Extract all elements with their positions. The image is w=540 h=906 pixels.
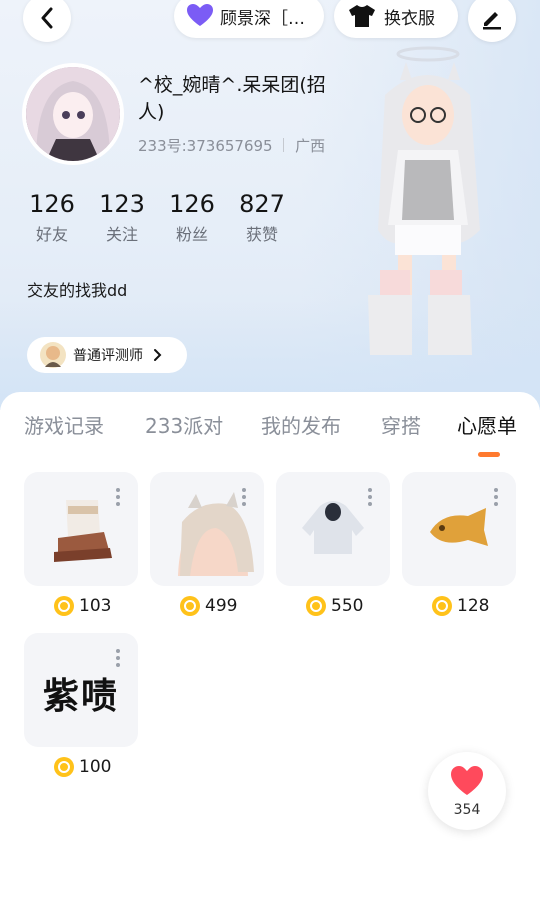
- coin-icon: [180, 596, 200, 616]
- chevron-left-icon: [41, 7, 53, 29]
- username: ^校_婉晴^.呆呆团(招人): [138, 74, 326, 123]
- price-value: 550: [331, 596, 364, 616]
- tab-wishlist[interactable]: 心愿单: [457, 410, 517, 439]
- stat-friends[interactable]: 126 好友: [28, 190, 76, 245]
- wishlist-item-hoodie[interactable]: [276, 472, 390, 586]
- stat-label: 粉丝: [175, 225, 208, 244]
- user-id-line: 233号:373657695 广西: [138, 135, 325, 156]
- stat-value: 123: [99, 190, 145, 218]
- coin-icon: [306, 596, 326, 616]
- id-separator: [283, 138, 285, 152]
- tab-233-party[interactable]: 233派对: [145, 410, 223, 439]
- tab-active-indicator: [478, 452, 500, 457]
- tab-game-records[interactable]: 游戏记录: [24, 410, 104, 439]
- reviewer-badge-label: 普通评测师: [73, 348, 143, 364]
- wishlist-item-hair[interactable]: [150, 472, 264, 586]
- tab-my-posts[interactable]: 我的发布: [261, 410, 341, 439]
- user-id: 233号:373657695: [138, 137, 273, 155]
- partner-pill[interactable]: 顾景深［…: [174, 0, 324, 38]
- profile-hero: 顾景深［… 换衣服 ^校_婉晴^.呆呆团(招人) 233号:373657695 …: [0, 0, 540, 410]
- back-button[interactable]: [23, 0, 71, 42]
- stat-following[interactable]: 123 关注: [98, 190, 146, 245]
- chevron-right-icon: [154, 349, 162, 361]
- coin-icon: [432, 596, 452, 616]
- avatar-portrait: [26, 67, 120, 161]
- change-outfit-button[interactable]: 换衣服: [334, 0, 458, 38]
- reviewer-avatar-icon: [40, 342, 66, 368]
- partner-label: 顾景深［…: [220, 8, 305, 29]
- reviewer-badge[interactable]: 普通评测师: [27, 337, 187, 373]
- stat-label: 关注: [105, 225, 138, 244]
- profile-avatar[interactable]: [22, 63, 124, 165]
- heart-icon: [451, 766, 483, 795]
- wishlist-price: 100: [54, 757, 111, 777]
- wishlist-item-taiyaki[interactable]: [402, 472, 516, 586]
- more-icon[interactable]: [116, 488, 120, 509]
- sticker-text: 紫啧: [42, 676, 119, 717]
- stat-label: 获赞: [245, 225, 278, 244]
- hoodie-image: [302, 501, 364, 554]
- coin-icon: [54, 757, 74, 777]
- ponytail-hair-image: [178, 492, 254, 576]
- stat-value: 126: [169, 190, 215, 218]
- tshirt-icon: [349, 5, 375, 27]
- stat-value: 126: [29, 190, 75, 218]
- user-region: 广西: [295, 137, 326, 155]
- pencil-icon: [483, 12, 501, 30]
- tab-outfits[interactable]: 穿搭: [381, 410, 421, 439]
- like-count: 354: [453, 802, 481, 818]
- profile-bio: 交友的找我dd: [27, 281, 128, 300]
- wishlist-item-boots[interactable]: [24, 472, 138, 586]
- like-button[interactable]: 354: [428, 752, 506, 830]
- more-icon[interactable]: [368, 488, 372, 509]
- price-value: 103: [79, 596, 112, 616]
- price-value: 128: [457, 596, 490, 616]
- purple-heart-icon: [187, 4, 213, 26]
- wishlist-price: 103: [54, 596, 111, 616]
- price-value: 499: [205, 596, 238, 616]
- more-icon[interactable]: [116, 649, 120, 670]
- wishlist-price: 128: [432, 596, 489, 616]
- boots-image: [54, 500, 112, 562]
- more-icon[interactable]: [242, 488, 246, 509]
- more-icon[interactable]: [494, 488, 498, 509]
- change-outfit-label: 换衣服: [384, 8, 435, 29]
- avatar-3d-figure[interactable]: [350, 40, 510, 370]
- wishlist-price: 499: [180, 596, 237, 616]
- stat-value: 827: [239, 190, 285, 218]
- stat-likes[interactable]: 827 获赞: [238, 190, 286, 245]
- price-value: 100: [79, 757, 112, 777]
- taiyaki-image: [430, 508, 488, 546]
- wishlist-price: 550: [306, 596, 363, 616]
- wishlist-item-sticker[interactable]: 紫啧: [24, 633, 138, 747]
- stat-followers[interactable]: 126 粉丝: [168, 190, 216, 245]
- stat-label: 好友: [35, 225, 68, 244]
- coin-icon: [54, 596, 74, 616]
